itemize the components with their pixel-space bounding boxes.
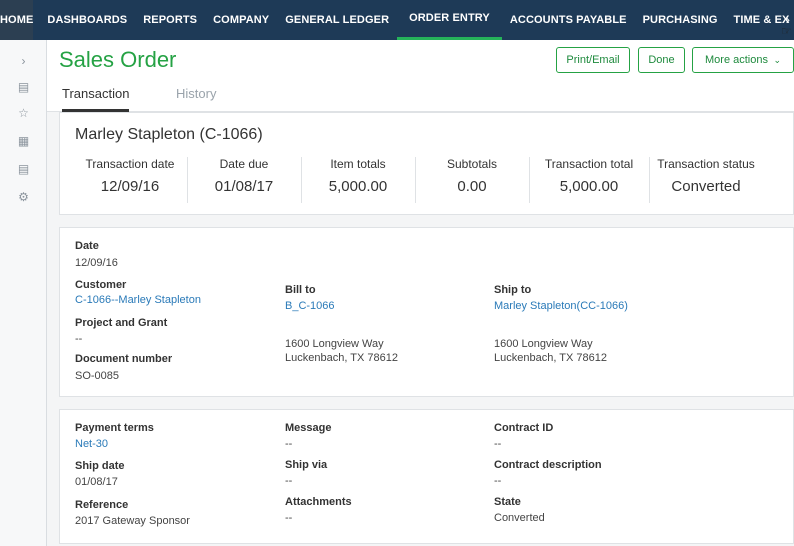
payment-terms-label: Payment terms (75, 422, 154, 434)
ship-to-link[interactable]: Marley Stapleton(CC-1066) (494, 300, 628, 312)
stat-value: 01/08/17 (214, 178, 274, 195)
payment-terms-link[interactable]: Net-30 (75, 438, 108, 450)
customer-link[interactable]: C-1066--Marley Stapleton (75, 294, 201, 306)
message-label: Message (285, 422, 332, 434)
attachments-value: -- (285, 512, 293, 524)
stat-value: Converted (671, 178, 741, 195)
terms-card: Payment terms Net-30 Ship date 01/08/17 … (59, 409, 794, 544)
stat-label: Subtotals (446, 157, 498, 171)
chevron-down-icon: ⌄ (773, 55, 781, 65)
more-actions-button[interactable]: More actions ⌄ (692, 47, 794, 73)
bill-address-line2: Luckenbach, TX 78612 (285, 352, 398, 364)
grid-icon[interactable]: ▦ (0, 134, 47, 148)
document-number-value: SO-0085 (75, 370, 120, 382)
ship-date-value: 01/08/17 (75, 476, 118, 488)
ship-date-label: Ship date (75, 460, 125, 472)
bill-to-link[interactable]: B_C-1066 (285, 300, 335, 312)
ship-via-label: Ship via (285, 459, 328, 471)
state-label: State (494, 496, 521, 508)
stat-label: Transaction date (85, 157, 175, 171)
stat-transaction-date: Transaction date 12/09/16 (70, 157, 190, 203)
ship-address-line1: 1600 Longview Way (494, 338, 593, 350)
reference-value: 2017 Gateway Sponsor (75, 515, 190, 527)
page-header: Sales Order Print/Email Done More action… (47, 40, 794, 112)
done-button[interactable]: Done (638, 47, 685, 73)
nav-accounts-payable[interactable]: ACCOUNTS PAYABLE (502, 0, 635, 40)
summary-card: Marley Stapleton (C-1066) Transaction da… (59, 112, 794, 215)
stat-label: Date due (219, 157, 269, 171)
bill-to-label: Bill to (285, 284, 316, 296)
document-number-label: Document number (75, 353, 173, 365)
top-nav: HOME DASHBOARDS REPORTS COMPANY GENERAL … (0, 0, 794, 40)
date-value: 12/09/16 (75, 257, 118, 269)
pointer-cursor-icon: ☞ (781, 24, 792, 38)
attachments-label: Attachments (285, 496, 352, 508)
stat-value: 5,000.00 (559, 178, 619, 195)
stat-value: 0.00 (457, 178, 487, 195)
main-content: Sales Order Print/Email Done More action… (47, 40, 794, 546)
gear-icon[interactable]: ⚙ (0, 190, 47, 204)
contract-description-label: Contract description (494, 459, 602, 471)
stat-transaction-total: Transaction total 5,000.00 (529, 157, 649, 203)
customer-label: Customer (75, 279, 127, 291)
contract-id-label: Contract ID (494, 422, 554, 434)
more-actions-label: More actions (705, 54, 768, 66)
ship-address-line2: Luckenbach, TX 78612 (494, 352, 607, 364)
contract-id-value: -- (494, 438, 502, 450)
expand-chevron-icon[interactable]: › (0, 54, 47, 68)
nav-order-entry[interactable]: ORDER ENTRY (397, 0, 502, 40)
nav-company[interactable]: COMPANY (205, 0, 277, 40)
tab-history[interactable]: History (176, 86, 216, 112)
tab-bar: Transaction History (47, 81, 794, 112)
stat-item-totals: Item totals 5,000.00 (301, 157, 415, 203)
details-card: Date 12/09/16 Customer C-1066--Marley St… (59, 227, 794, 397)
message-value: -- (285, 438, 293, 450)
stat-label: Item totals (330, 157, 386, 171)
stat-value: 5,000.00 (328, 178, 388, 195)
project-label: Project and Grant (75, 317, 168, 329)
nav-general-ledger[interactable]: GENERAL LEDGER (277, 0, 397, 40)
stat-label: Transaction total (544, 157, 634, 171)
date-label: Date (75, 240, 99, 252)
left-rail: › ▤ ☆ ▦ ▤ ⚙ (0, 40, 47, 546)
stat-date-due: Date due 01/08/17 (187, 157, 301, 203)
bill-address-line1: 1600 Longview Way (285, 338, 384, 350)
stat-label: Transaction status (657, 157, 755, 171)
ship-via-value: -- (285, 475, 293, 487)
stat-subtotals: Subtotals 0.00 (415, 157, 529, 203)
contract-description-value: -- (494, 475, 502, 487)
reference-label: Reference (75, 499, 129, 511)
star-icon[interactable]: ☆ (0, 106, 47, 120)
nav-dashboards[interactable]: DASHBOARDS (39, 0, 135, 40)
customer-heading: Marley Stapleton (C-1066) (75, 126, 263, 143)
print-email-button[interactable]: Print/Email (556, 47, 630, 73)
ship-to-label: Ship to (494, 284, 532, 296)
nav-home[interactable]: HOME (0, 0, 34, 40)
stat-value: 12/09/16 (100, 178, 160, 195)
nav-purchasing[interactable]: PURCHASING (635, 0, 726, 40)
document-icon[interactable]: ▤ (0, 162, 47, 176)
page-title: Sales Order (59, 47, 177, 72)
tab-transaction[interactable]: Transaction (62, 86, 130, 112)
nav-reports[interactable]: REPORTS (135, 0, 205, 40)
list-icon[interactable]: ▤ (0, 80, 47, 94)
project-value: -- (75, 333, 83, 345)
state-value: Converted (494, 512, 545, 524)
stat-transaction-status: Transaction status Converted (649, 157, 763, 203)
